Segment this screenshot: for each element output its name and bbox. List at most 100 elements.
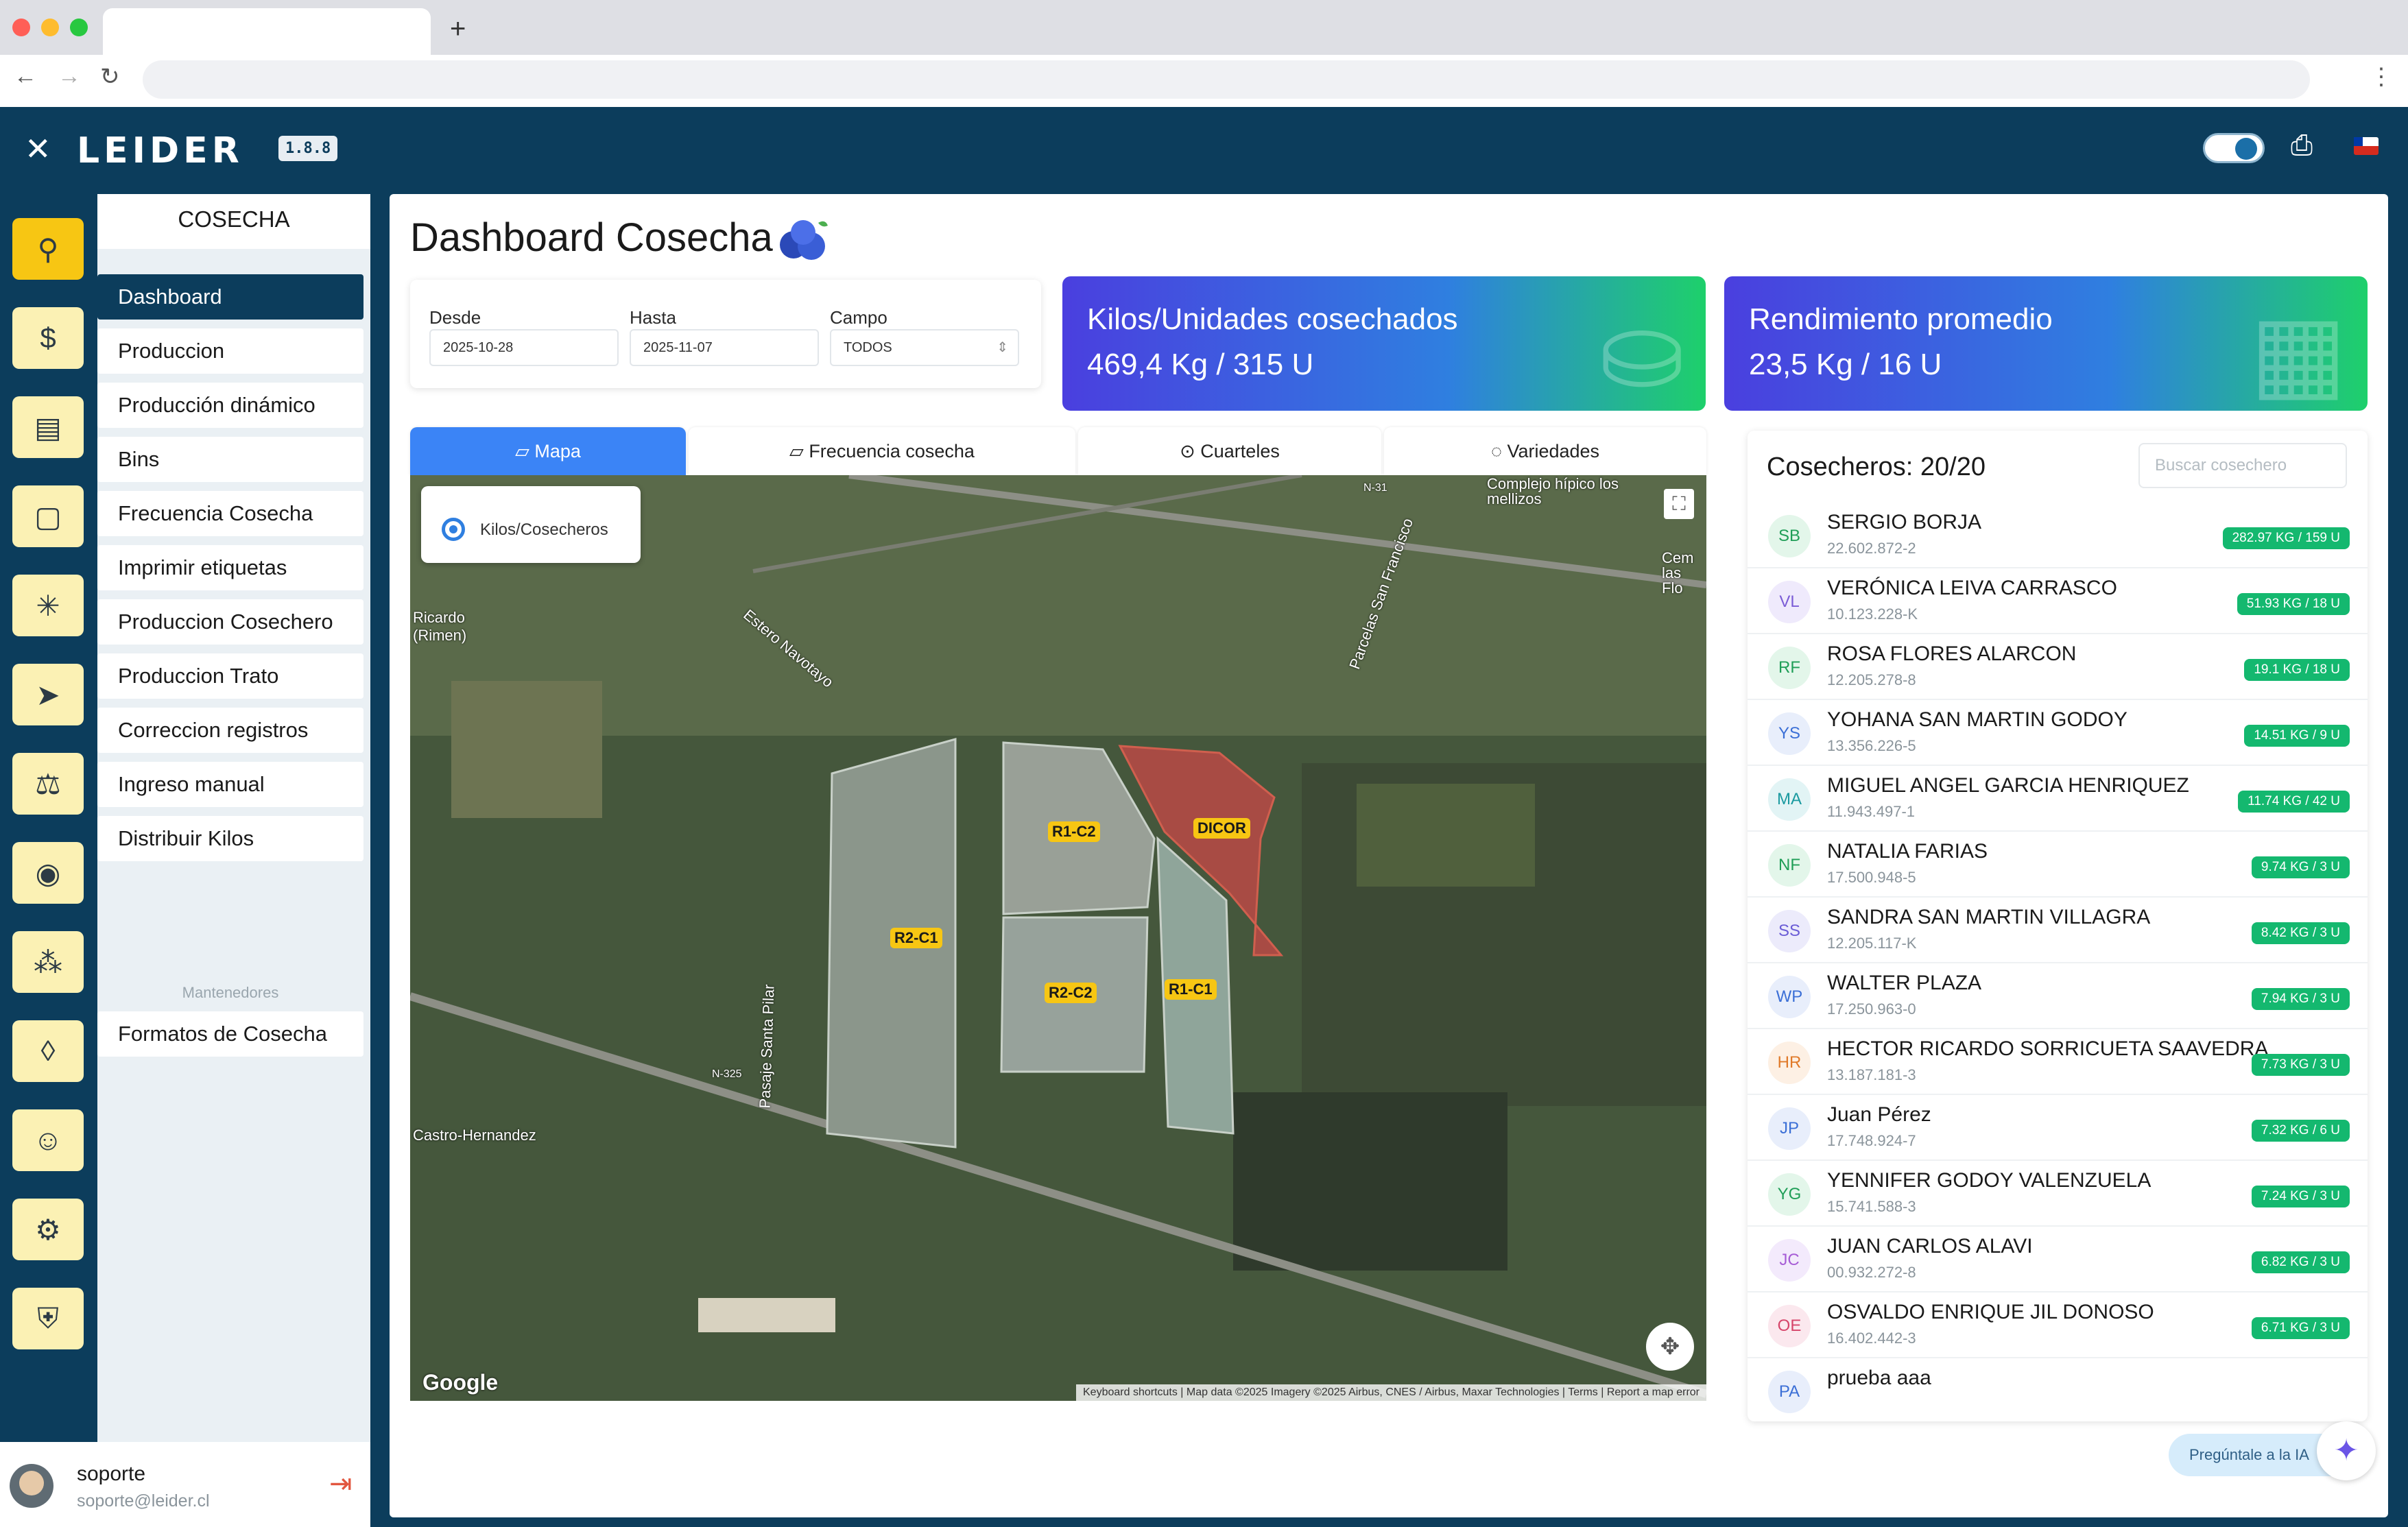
minimize-window-dot[interactable] [41, 19, 59, 36]
menu-item-produccion[interactable]: Produccion [97, 328, 363, 374]
moon-icon [2235, 138, 2257, 160]
browser-chrome: + ← → ↻ ⋮ [0, 0, 2408, 107]
worker-icon[interactable]: ☺ [12, 1109, 84, 1171]
harvester-name: Juan Pérez [1827, 1103, 1931, 1126]
menu-item-dashboard[interactable]: Dashboard [97, 274, 363, 320]
sparkle-icon[interactable]: ✦ [2317, 1421, 2376, 1480]
harvester-search-input[interactable]: Buscar cosechero [2138, 443, 2347, 488]
new-tab-button[interactable]: + [450, 14, 466, 45]
fullscreen-icon[interactable]: ⛶ [1664, 489, 1694, 519]
close-window-dot[interactable] [12, 19, 30, 36]
harvester-rut: 22.602.872-2 [1827, 540, 1916, 557]
menu-item-distribuir-kilos[interactable]: Distribuir Kilos [97, 816, 363, 861]
address-bar[interactable] [143, 60, 2310, 99]
scale-icon[interactable]: ⚖ [12, 753, 84, 815]
user-email: soporte@leider.cl [77, 1491, 210, 1511]
plot-label[interactable]: R2-C2 [1045, 983, 1097, 1003]
harvesters-title: Cosecheros: 20/20 [1767, 453, 1986, 481]
harvester-row[interactable]: RF ROSA FLORES ALARCON 12.205.278-8 19.1 KG… [1748, 634, 2368, 700]
close-icon[interactable]: ✕ [25, 130, 51, 167]
harvester-name: SANDRA SAN MARTIN VILLAGRA [1827, 906, 2151, 928]
harvester-row[interactable]: NF NATALIA FARIAS 17.500.948-5 9.74 KG / 3 … [1748, 832, 2368, 898]
harvester-row[interactable]: HR HECTOR RICARDO SORRICUETA SAAVEDRA 13.1… [1748, 1029, 2368, 1095]
harvester-name: SERGIO BORJA [1827, 511, 1982, 533]
map-place: Cem las Flo [1662, 549, 1694, 597]
harvester-row[interactable]: PA prueba aaa [1748, 1358, 2368, 1421]
legend-radio[interactable] [442, 518, 465, 541]
clipboard-icon[interactable]: ▢ [12, 485, 84, 547]
kilos-card-title: Kilos/Unidades cosechados [1087, 302, 1458, 336]
bike-icon[interactable]: ⚲ [12, 218, 84, 280]
shield-icon[interactable]: ⛨ [12, 1288, 84, 1349]
app: ✕ LEIDER 1.8.8 ⎙ ⚲ $ ▤ ▢ ✳ ➤ ⚖ ◉ ⁂ ◊ ☺ ⚙… [0, 107, 2408, 1527]
plot-label[interactable]: R1-C1 [1165, 979, 1217, 1000]
bug-icon[interactable]: ✳ [12, 575, 84, 636]
water-cost-icon[interactable]: ◊ [12, 1020, 84, 1082]
browser-tab[interactable] [103, 8, 431, 56]
map-attribution[interactable]: Keyboard shortcuts | Map data ©2025 Imag… [1076, 1384, 1706, 1401]
avatar: RF [1768, 647, 1811, 689]
recenter-icon[interactable]: ✥ [1646, 1323, 1694, 1371]
menu-item-imprimir-etiquetas[interactable]: Imprimir etiquetas [97, 545, 363, 590]
menu-item-produccion-dinamico[interactable]: Producción dinámico [97, 383, 363, 428]
harvester-stat-badge: 6.71 KG / 3 U [2251, 1317, 2350, 1339]
harvester-row[interactable]: SS SANDRA SAN MARTIN VILLAGRA 12.205.117-K… [1748, 898, 2368, 963]
menu-item-formatos-cosecha[interactable]: Formatos de Cosecha [97, 1011, 363, 1057]
harvester-row[interactable]: SB SERGIO BORJA 22.602.872-2 282.97 KG / 15… [1748, 503, 2368, 568]
satellite-map[interactable]: Kilos/Cosecheros R1-C2 DICOR R2-C1 R2-C2… [410, 475, 1706, 1401]
harvester-row[interactable]: MA MIGUEL ANGEL GARCIA HENRIQUEZ 11.943.49… [1748, 766, 2368, 832]
plot-label[interactable]: R1-C2 [1048, 821, 1100, 842]
gear-icon[interactable]: ⚙ [12, 1199, 84, 1260]
harvester-row[interactable]: VL VERÓNICA LEIVA CARRASCO 10.123.228-K 51.… [1748, 568, 2368, 634]
menu-item-correccion-registros[interactable]: Correccion registros [97, 708, 363, 753]
tab-frecuencia-cosecha[interactable]: ▱ Frecuencia cosecha [689, 427, 1075, 475]
logout-icon[interactable]: ⇥ [329, 1468, 353, 1500]
menu-item-frecuencia-cosecha[interactable]: Frecuencia Cosecha [97, 491, 363, 536]
campo-select[interactable]: TODOS ⇕ [830, 329, 1019, 366]
tab-cuarteles-label: Cuarteles [1200, 441, 1280, 461]
tab-variedades[interactable]: ◌ Variedades [1384, 427, 1706, 475]
back-icon[interactable]: ← [14, 63, 37, 90]
rendimiento-card-title: Rendimiento promedio [1749, 302, 2053, 336]
tab-mapa[interactable]: ▱ Mapa [410, 427, 686, 475]
menu-item-produccion-cosechero[interactable]: Produccion Cosechero [97, 599, 363, 645]
menu-item-produccion-trato[interactable]: Produccion Trato [97, 653, 363, 699]
harvester-row[interactable]: JC JUAN CARLOS ALAVI 00.932.272-8 6.82 KG /… [1748, 1227, 2368, 1292]
harvester-row[interactable]: OE OSVALDO ENRIQUE JIL DONOSO 16.402.442-3… [1748, 1292, 2368, 1358]
plot-label[interactable]: R2-C1 [890, 928, 942, 948]
harvester-rut: 13.187.181-3 [1827, 1066, 1916, 1083]
harvester-row[interactable]: YG YENNIFER GODOY VALENZUELA 15.741.588-3 7… [1748, 1161, 2368, 1227]
kilos-card: Kilos/Unidades cosechados 469,4 Kg / 315… [1062, 276, 1706, 411]
harvester-stat-badge: 282.97 KG / 159 U [2222, 527, 2350, 549]
harvester-row[interactable]: YS YOHANA SAN MARTIN GODOY 13.356.226-5 14.… [1748, 700, 2368, 766]
chile-flag-icon[interactable] [2354, 137, 2379, 155]
top-bar: ✕ LEIDER 1.8.8 ⎙ [0, 107, 2408, 189]
invoice-icon[interactable]: $ [12, 307, 84, 369]
antenna-icon[interactable]: ◉ [12, 842, 84, 904]
menu-item-bins[interactable]: Bins [97, 437, 363, 482]
map-place: Ricardo (Rimen) [413, 609, 467, 644]
group-icon[interactable]: ⁂ [12, 931, 84, 993]
forward-icon[interactable]: → [58, 63, 81, 90]
reload-icon[interactable]: ↻ [100, 63, 120, 91]
harvester-row[interactable]: JP Juan Pérez 17.748.924-7 7.32 KG / 6 U [1748, 1095, 2368, 1161]
harvester-row[interactable]: WP WALTER PLAZA 17.250.963-0 7.94 KG / 3 U [1748, 963, 2368, 1029]
theme-toggle[interactable] [2203, 133, 2265, 163]
avatar: VL [1768, 581, 1811, 623]
browser-menu-icon[interactable]: ⋮ [2370, 63, 2393, 91]
tab-cuarteles[interactable]: ⊙ Cuarteles [1078, 427, 1381, 475]
plot-label[interactable]: DICOR [1193, 818, 1250, 839]
navigation-icon[interactable]: ➤ [12, 664, 84, 725]
kilos-card-value: 469,4 Kg / 315 U [1087, 348, 1314, 381]
harvester-stat-badge: 9.74 KG / 3 U [2251, 856, 2350, 878]
desde-input[interactable]: 2025-10-28 [429, 329, 619, 366]
harvester-rut: 11.943.497-1 [1827, 803, 1916, 820]
menu-item-ingreso-manual[interactable]: Ingreso manual [97, 762, 363, 807]
avatar[interactable] [10, 1464, 53, 1508]
hasta-input[interactable]: 2025-11-07 [630, 329, 819, 366]
maximize-window-dot[interactable] [70, 19, 88, 36]
printer-icon[interactable]: ⎙ [2291, 130, 2313, 161]
receipt-icon[interactable]: ▤ [12, 396, 84, 458]
avatar: JP [1768, 1107, 1811, 1150]
page-title: Dashboard Cosecha [410, 215, 773, 260]
